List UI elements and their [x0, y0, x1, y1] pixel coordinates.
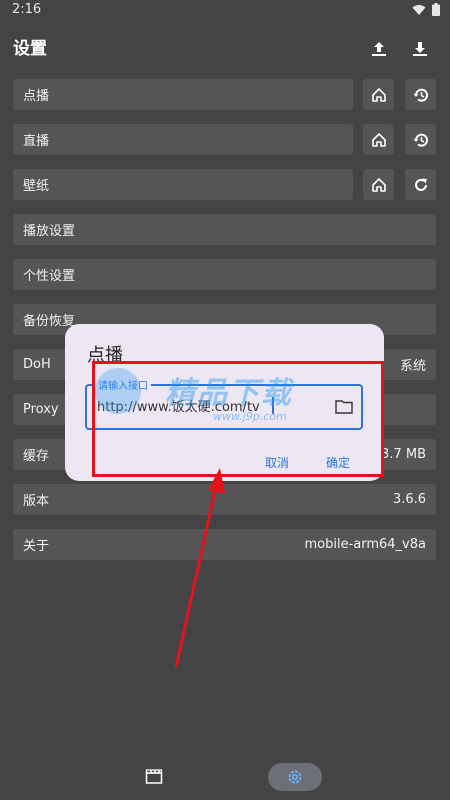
setting-label: 缓存: [23, 449, 50, 464]
api-url-field[interactable]: 请输入接口: [85, 377, 363, 430]
setting-label: 点播: [23, 89, 50, 104]
setting-about[interactable]: 关于 mobile-arm64_v8a: [13, 529, 436, 560]
setting-value: 系统: [399, 359, 426, 374]
setting-personalize[interactable]: 个性设置: [13, 259, 436, 290]
upload-button[interactable]: [367, 37, 391, 61]
history-icon: [413, 88, 428, 102]
vod-history-button[interactable]: [405, 79, 436, 110]
nav-settings-tab[interactable]: [268, 763, 322, 791]
setting-value: 3.6.6: [392, 492, 426, 507]
setting-label: 壁纸: [23, 179, 50, 194]
setting-version[interactable]: 版本 3.6.6: [13, 484, 436, 515]
setting-label: 个性设置: [23, 269, 76, 284]
dialog-title: 点播: [87, 345, 123, 366]
home-icon: [371, 87, 386, 102]
live-history-button[interactable]: [405, 124, 436, 155]
vod-dialog: 点播 请输入接口 取消 确定: [65, 324, 384, 481]
setting-label: 直播: [23, 134, 50, 149]
battery-icon: [432, 3, 440, 16]
wifi-icon: [412, 4, 426, 15]
confirm-button[interactable]: 确定: [326, 454, 350, 471]
folder-icon[interactable]: [335, 399, 353, 414]
wallpaper-home-button[interactable]: [363, 169, 394, 200]
download-button[interactable]: [408, 37, 432, 61]
setting-label: 关于: [23, 539, 50, 554]
setting-value: 3.7 MB: [381, 447, 426, 462]
setting-label: Proxy: [23, 402, 59, 417]
setting-live[interactable]: 直播: [13, 124, 353, 155]
page-title: 设置: [13, 39, 47, 59]
api-url-label: 请输入接口: [95, 377, 151, 392]
text-cursor: [272, 397, 274, 414]
upload-icon: [372, 42, 386, 56]
setting-label: DoH: [23, 357, 51, 372]
vod-home-button[interactable]: [363, 79, 394, 110]
bottom-nav: [0, 755, 450, 800]
setting-label: 版本: [23, 494, 50, 509]
setting-label: 备份恢复: [23, 314, 76, 329]
setting-vod[interactable]: 点播: [13, 79, 353, 110]
download-icon: [413, 42, 427, 56]
live-home-button[interactable]: [363, 124, 394, 155]
status-bar: 2:16: [0, 0, 450, 22]
settings-gear-icon: [288, 770, 302, 784]
setting-value: mobile-arm64_v8a: [304, 537, 426, 552]
history-icon: [413, 133, 428, 147]
api-url-input[interactable]: [97, 398, 327, 413]
home-icon: [371, 177, 386, 192]
clapperboard-icon: [145, 769, 163, 784]
nav-vod-tab[interactable]: [145, 768, 163, 788]
refresh-icon: [414, 178, 427, 191]
wallpaper-refresh-button[interactable]: [405, 169, 436, 200]
setting-label: 播放设置: [23, 224, 76, 239]
home-icon: [371, 132, 386, 147]
status-icons: [412, 3, 440, 16]
setting-wallpaper[interactable]: 壁纸: [13, 169, 353, 200]
status-time: 2:16: [12, 2, 42, 17]
cancel-button[interactable]: 取消: [265, 454, 289, 471]
setting-playback[interactable]: 播放设置: [13, 214, 436, 245]
